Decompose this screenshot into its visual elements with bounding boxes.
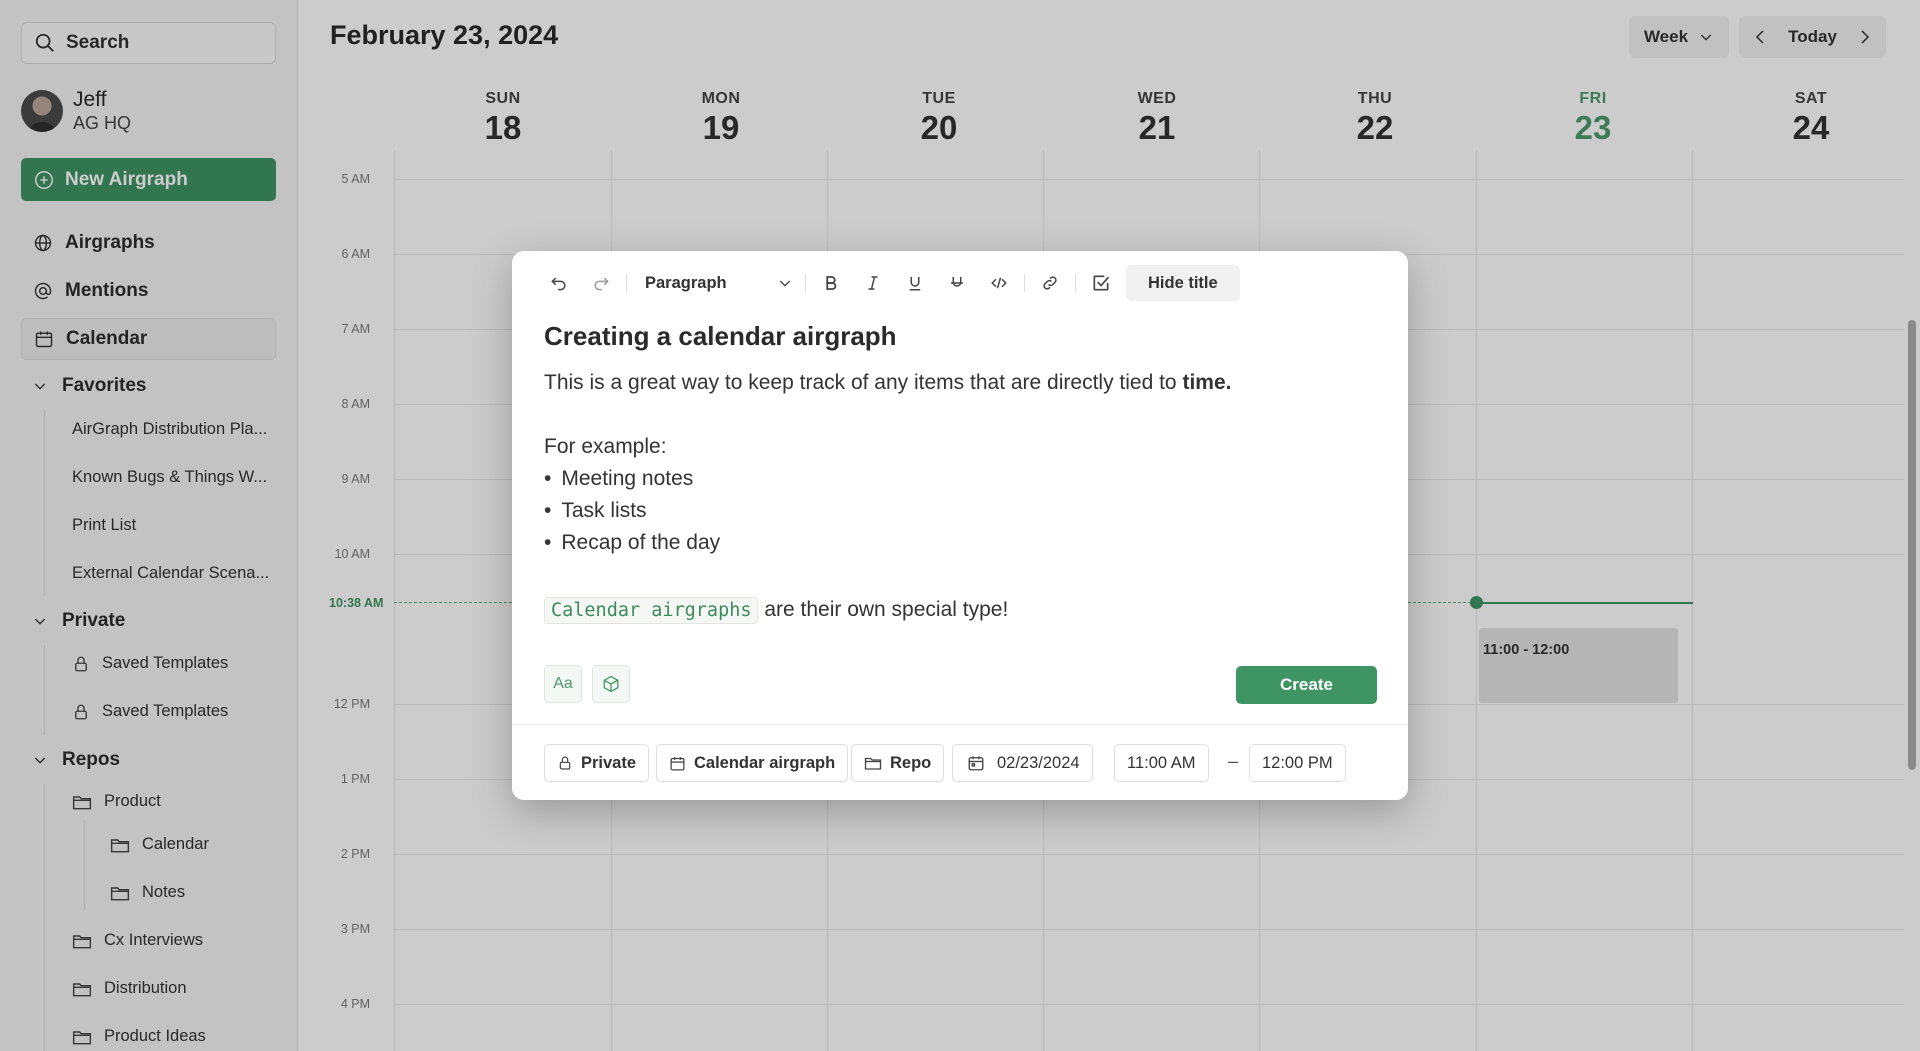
date-field[interactable]: 02/23/2024 — [952, 744, 1093, 782]
italic-button[interactable] — [852, 265, 894, 301]
code-button[interactable] — [978, 265, 1020, 301]
repo-button[interactable]: Repo — [851, 744, 945, 782]
bold-button[interactable] — [810, 265, 852, 301]
undo-icon — [549, 273, 569, 293]
toolbar-divider — [1075, 274, 1076, 292]
undo-button[interactable] — [538, 265, 580, 301]
visibility-button[interactable]: Private — [544, 744, 650, 782]
end-time-value: 12:00 PM — [1262, 753, 1333, 772]
create-airgraph-dialog: Paragraph Hide title Creating a calendar… — [512, 251, 1408, 800]
document-body[interactable]: This is a great way to keep track of any… — [544, 367, 1374, 627]
body-paragraph: Calendar airgraphs are their own special… — [544, 594, 1374, 627]
empty-line — [544, 399, 1374, 431]
code-icon — [989, 274, 1009, 292]
embed-button[interactable] — [592, 665, 630, 703]
calendar-icon — [669, 755, 686, 772]
checklist-button[interactable] — [1080, 265, 1122, 301]
link-button[interactable] — [1029, 265, 1071, 301]
empty-line — [544, 559, 1374, 591]
editor-toolbar: Paragraph Hide title — [538, 265, 1240, 301]
start-time-field[interactable]: 11:00 AM — [1114, 744, 1209, 782]
toolbar-divider — [805, 274, 806, 292]
body-paragraph: For example: — [544, 435, 667, 458]
toolbar-divider — [1024, 274, 1025, 292]
body-bold-text: time. — [1182, 371, 1232, 394]
text-format-button[interactable]: Aa — [544, 665, 582, 703]
chevron-down-icon — [777, 275, 793, 291]
italic-icon — [864, 274, 882, 292]
create-button[interactable]: Create — [1236, 666, 1377, 704]
body-text: This is a great way to keep track of any… — [544, 371, 1183, 394]
scrollbar[interactable] — [1908, 320, 1916, 770]
link-icon — [1041, 274, 1059, 292]
bullet-text: Task lists — [561, 499, 647, 522]
repo-label: Repo — [890, 753, 932, 772]
body-paragraph: This is a great way to keep track of any… — [544, 367, 1374, 399]
calendar-icon — [967, 754, 985, 772]
lock-icon — [557, 754, 573, 772]
document-title[interactable]: Creating a calendar airgraph — [544, 321, 897, 352]
checkbox-icon — [1091, 273, 1111, 293]
underline-button[interactable] — [894, 265, 936, 301]
bullet-item: Meeting notes — [544, 463, 1374, 495]
font-icon: Aa — [553, 675, 573, 692]
body-text: are their own special type! — [758, 598, 1009, 621]
paragraph-style-select[interactable]: Paragraph — [631, 265, 801, 301]
dialog-divider — [512, 724, 1408, 725]
paragraph-style-value: Paragraph — [645, 273, 727, 292]
time-range-separator: – — [1228, 751, 1239, 771]
start-time-value: 11:00 AM — [1127, 753, 1196, 772]
date-value: 02/23/2024 — [997, 753, 1080, 772]
bullet-item: Recap of the day — [544, 527, 1374, 559]
strikethrough-icon — [948, 274, 966, 292]
visibility-label: Private — [581, 753, 637, 772]
airgraph-type-label: Calendar airgraph — [694, 753, 836, 772]
bold-icon — [822, 274, 840, 292]
strikethrough-button[interactable] — [936, 265, 978, 301]
toolbar-divider — [626, 274, 627, 292]
cube-icon — [602, 675, 620, 693]
folder-icon — [864, 755, 882, 771]
end-time-field[interactable]: 12:00 PM — [1249, 744, 1346, 782]
redo-icon — [591, 273, 611, 293]
underline-icon — [906, 274, 924, 292]
bullet-text: Recap of the day — [561, 531, 721, 554]
inline-code: Calendar airgraphs — [544, 597, 759, 624]
redo-button[interactable] — [580, 265, 622, 301]
bullet-item: Task lists — [544, 495, 1374, 527]
bullet-text: Meeting notes — [561, 467, 694, 490]
airgraph-type-button[interactable]: Calendar airgraph — [656, 744, 849, 782]
hide-title-button[interactable]: Hide title — [1126, 265, 1240, 301]
